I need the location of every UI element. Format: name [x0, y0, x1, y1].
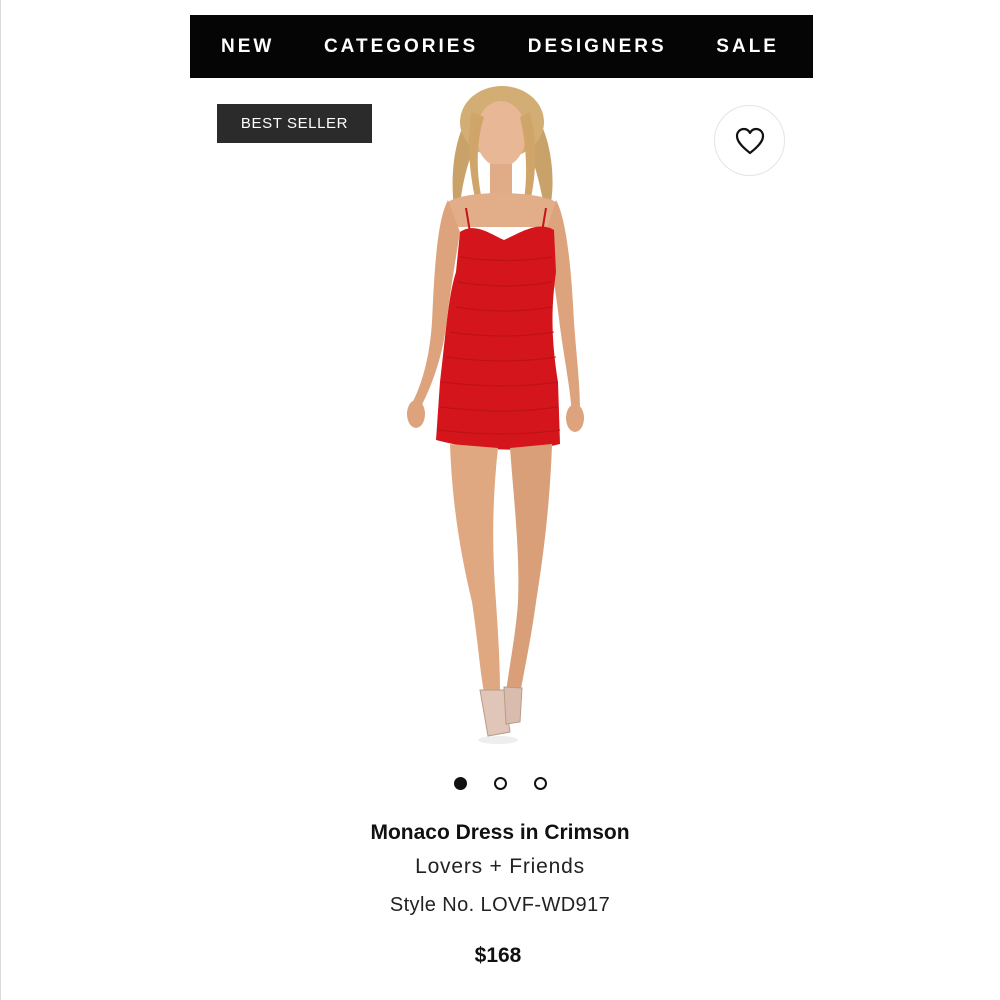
nav-item-sale[interactable]: SALE — [716, 36, 779, 58]
heart-icon — [735, 127, 764, 154]
nav-item-designers[interactable]: DESIGNERS — [528, 36, 667, 58]
product-title: Monaco Dress in Crimson — [370, 821, 630, 844]
carousel-dot-1[interactable] — [454, 777, 467, 790]
carousel-dot-3[interactable] — [534, 777, 547, 790]
nav-item-new[interactable]: NEW — [221, 36, 274, 58]
add-to-wishlist-button[interactable] — [714, 105, 785, 176]
product-style-number: Style No. LOVF-WD917 — [389, 894, 611, 916]
best-seller-badge: BEST SELLER — [217, 104, 372, 143]
nav-item-categories[interactable]: CATEGORIES — [324, 36, 478, 58]
product-price: $168 — [474, 944, 522, 967]
image-carousel-dots — [454, 777, 547, 790]
product-brand-link[interactable]: Lovers + Friends — [0, 855, 1000, 879]
main-nav: NEW CATEGORIES DESIGNERS SALE — [190, 15, 813, 78]
product-image[interactable] — [380, 82, 620, 752]
page-left-edge — [0, 0, 1, 1000]
carousel-dot-2[interactable] — [494, 777, 507, 790]
